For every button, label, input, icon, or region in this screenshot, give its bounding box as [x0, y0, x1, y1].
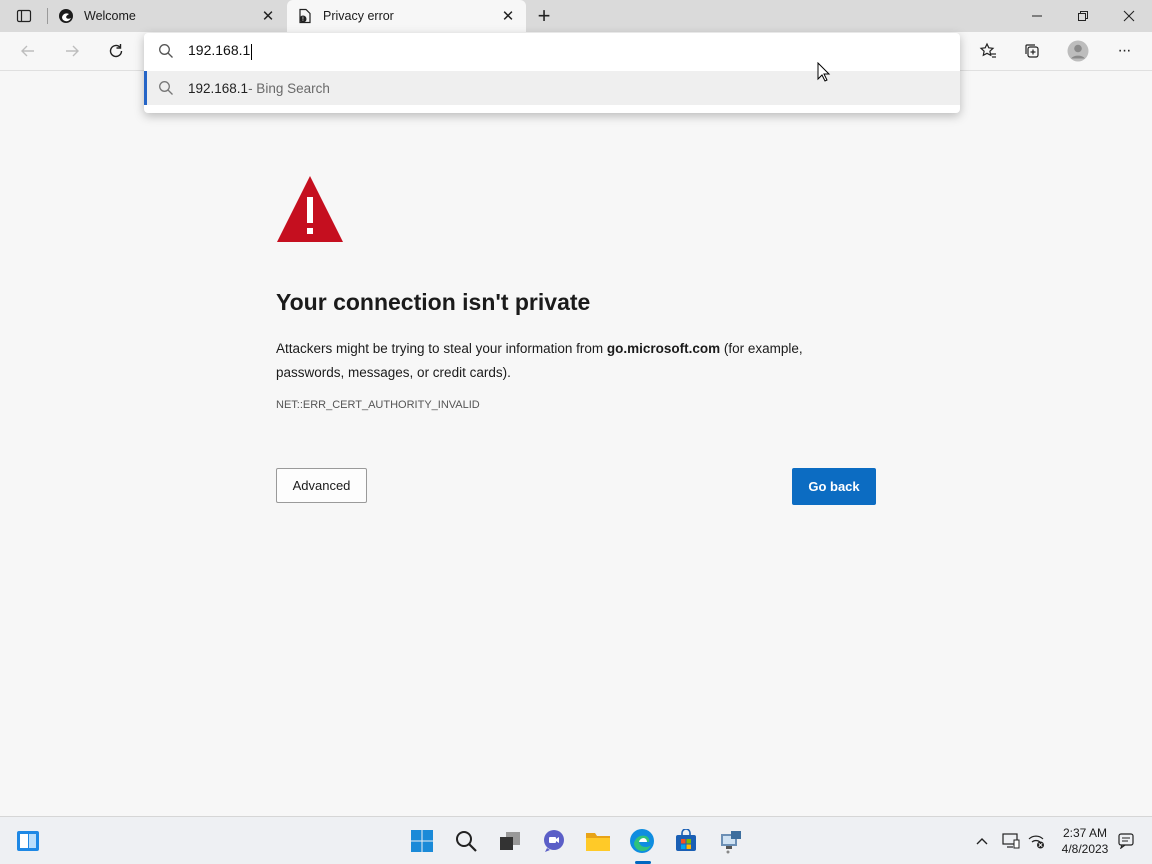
- display-icon[interactable]: [1000, 829, 1022, 853]
- tab-privacy-error[interactable]: ! Privacy error ✕: [287, 0, 526, 32]
- chat-icon[interactable]: [538, 825, 570, 857]
- tab-welcome[interactable]: Welcome ✕: [48, 0, 286, 32]
- favorites-icon[interactable]: [973, 36, 1003, 66]
- edge-icon: [58, 8, 74, 24]
- restore-button[interactable]: [1060, 0, 1106, 32]
- text-caret: [251, 43, 253, 60]
- tab-actions-icon[interactable]: [8, 4, 40, 28]
- edge-icon[interactable]: [626, 825, 658, 857]
- collections-icon[interactable]: [1017, 36, 1047, 66]
- tab-title: Welcome: [84, 9, 136, 23]
- error-description-prefix: Attackers might be trying to steal your …: [276, 341, 607, 356]
- forward-arrow-icon[interactable]: [57, 36, 87, 66]
- search-icon[interactable]: [450, 825, 482, 857]
- start-icon[interactable]: [406, 825, 438, 857]
- tray-overflow-icon[interactable]: [972, 829, 992, 853]
- new-tab-button[interactable]: +: [532, 4, 556, 28]
- refresh-icon[interactable]: [101, 36, 131, 66]
- clock-time: 2:37 AM: [1062, 826, 1108, 840]
- close-window-button[interactable]: [1106, 0, 1152, 32]
- network-disconnected-icon[interactable]: [1026, 829, 1048, 853]
- profile-icon[interactable]: [1063, 36, 1093, 66]
- file-explorer-icon[interactable]: [582, 825, 614, 857]
- tab-strip: Welcome ✕ ! Privacy error ✕ +: [0, 0, 1152, 32]
- address-bar-dropdown: 192.168.1 192.168.1 - Bing Search: [144, 33, 960, 113]
- error-document-icon: !: [297, 8, 313, 24]
- error-code: NET::ERR_CERT_AUTHORITY_INVALID: [276, 399, 480, 411]
- store-icon[interactable]: [670, 825, 702, 857]
- taskbar: 2:37 AM 4/8/2023: [0, 816, 1152, 864]
- close-tab-icon[interactable]: ✕: [498, 6, 518, 26]
- suggestion-source: - Bing Search: [248, 80, 330, 96]
- clock-date: 4/8/2023: [1061, 842, 1109, 856]
- widgets-icon[interactable]: [12, 825, 44, 857]
- warning-triangle-icon: [277, 176, 343, 242]
- tab-title: Privacy error: [323, 9, 394, 23]
- svg-text:!: !: [302, 16, 304, 23]
- advanced-button[interactable]: Advanced: [276, 468, 367, 503]
- notification-icon[interactable]: [1116, 829, 1136, 853]
- settings-menu-button[interactable]: ···: [1109, 36, 1139, 66]
- error-description: Attackers might be trying to steal your …: [276, 337, 856, 385]
- system-clock[interactable]: 2:37 AM 4/8/2023: [1054, 825, 1116, 857]
- search-icon: [159, 81, 173, 95]
- address-input[interactable]: 192.168.1: [188, 42, 788, 60]
- network-app-icon[interactable]: [714, 825, 746, 857]
- suggestion-text: 192.168.1: [188, 80, 249, 96]
- error-host: go.microsoft.com: [606, 341, 721, 356]
- page-title: Your connection isn't private: [276, 289, 591, 315]
- mouse-cursor-icon: [817, 62, 831, 82]
- suggestion-item[interactable]: 192.168.1 - Bing Search: [144, 71, 960, 105]
- go-back-button[interactable]: Go back: [792, 468, 876, 505]
- close-tab-icon[interactable]: ✕: [258, 6, 278, 26]
- address-bar[interactable]: 192.168.1: [144, 33, 960, 69]
- minimize-button[interactable]: [1014, 0, 1060, 32]
- back-arrow-icon[interactable]: [13, 36, 43, 66]
- search-icon: [159, 44, 173, 58]
- task-view-icon[interactable]: [494, 825, 526, 857]
